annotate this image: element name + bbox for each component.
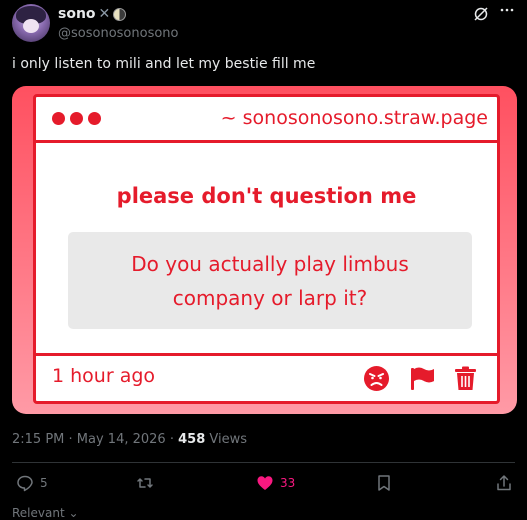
half-moon-emoji-icon bbox=[113, 7, 127, 21]
reply-icon bbox=[17, 475, 33, 492]
name-row: sono ✕ bbox=[58, 6, 127, 22]
display-name[interactable]: sono bbox=[58, 6, 96, 22]
views-count: 458 bbox=[178, 432, 206, 447]
trash-icon bbox=[455, 366, 476, 390]
angry-face-icon bbox=[364, 366, 389, 391]
window-url: ~ sonosonosono.straw.page bbox=[220, 107, 488, 129]
repost-button[interactable] bbox=[136, 474, 160, 492]
tweet-text: i only listen to mili and let my bestie … bbox=[12, 56, 316, 72]
question-text: Do you actually play limbus company or l… bbox=[131, 252, 409, 310]
avatar-face bbox=[23, 19, 39, 33]
bookmark-button[interactable] bbox=[375, 474, 393, 492]
grok-icon[interactable] bbox=[473, 6, 489, 22]
reply-button[interactable]: 5 bbox=[16, 474, 48, 492]
window-dot-2 bbox=[70, 112, 83, 125]
reply-count: 5 bbox=[40, 476, 48, 490]
heart-filled-icon bbox=[257, 476, 273, 490]
tweet-meta: 2:15 PM · May 14, 2026 · 458 Views bbox=[12, 432, 247, 447]
action-bar: 5 33 bbox=[0, 474, 527, 498]
post-date[interactable]: May 14, 2026 bbox=[77, 432, 166, 447]
flag-icon bbox=[411, 367, 434, 390]
window-dot-1 bbox=[52, 112, 65, 125]
window-titlebar: ~ sonosonosono.straw.page bbox=[36, 97, 497, 143]
user-handle[interactable]: @sosonosonosono bbox=[58, 26, 179, 41]
like-button[interactable]: 33 bbox=[256, 474, 295, 492]
tweet-header: sono ✕ @sosonosonosono bbox=[12, 4, 515, 44]
share-button[interactable] bbox=[495, 474, 513, 492]
meta-separator: · bbox=[165, 432, 179, 447]
media-card[interactable]: ~ sonosonosono.straw.page please don't q… bbox=[12, 86, 517, 414]
views-label: Views bbox=[205, 432, 248, 447]
question-box: Do you actually play limbus company or l… bbox=[68, 232, 472, 329]
post-time[interactable]: 2:15 PM bbox=[12, 432, 64, 447]
meta-separator: · bbox=[64, 432, 77, 447]
repost-icon bbox=[137, 478, 153, 488]
avatar[interactable] bbox=[12, 4, 50, 42]
question-heading: please don't question me bbox=[116, 184, 417, 208]
share-icon bbox=[497, 475, 511, 491]
time-ago: 1 hour ago bbox=[52, 365, 156, 387]
question-window: ~ sonosonosono.straw.page please don't q… bbox=[33, 94, 500, 404]
divider bbox=[12, 462, 515, 463]
window-dot-3 bbox=[88, 112, 101, 125]
x-emoji-icon: ✕ bbox=[98, 6, 111, 22]
more-options-icon[interactable] bbox=[499, 2, 515, 18]
like-count: 33 bbox=[280, 476, 296, 490]
bookmark-icon bbox=[378, 475, 390, 491]
window-footer: 1 hour ago bbox=[36, 353, 497, 401]
